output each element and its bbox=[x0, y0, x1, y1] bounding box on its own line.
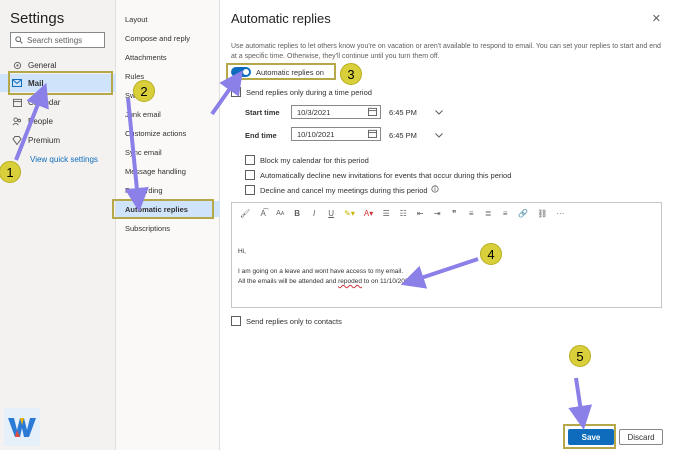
annotation-badge-1: 1 bbox=[0, 161, 21, 183]
arrow-3 bbox=[210, 70, 243, 116]
annotation-badge-4: 4 bbox=[480, 243, 502, 265]
annotation-badge-3: 3 bbox=[340, 63, 362, 85]
arrow-5 bbox=[568, 377, 593, 430]
arrow-4 bbox=[400, 257, 479, 289]
annotation-badge-5: 5 bbox=[569, 345, 591, 367]
arrow-1 bbox=[14, 82, 49, 161]
annotation-arrows bbox=[14, 70, 593, 430]
arrow-2 bbox=[124, 97, 149, 212]
annotation-badge-2: 2 bbox=[133, 80, 155, 102]
